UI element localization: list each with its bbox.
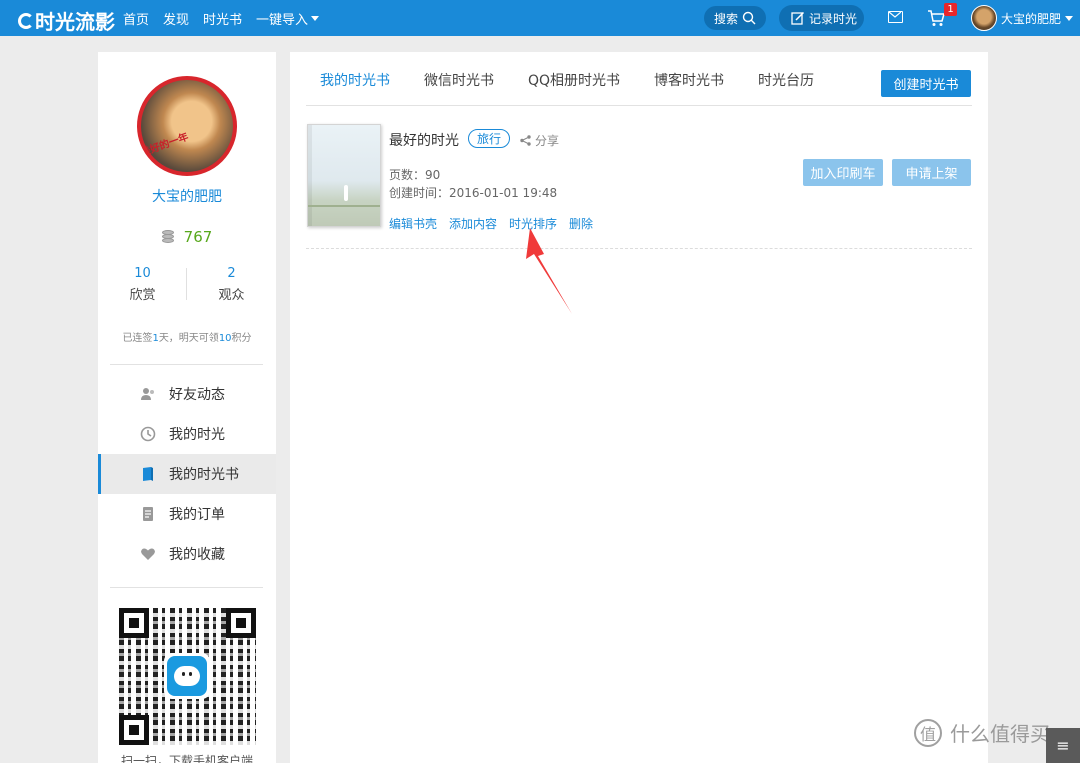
sidebar-item-label: 好友动态	[169, 387, 225, 403]
nav-discover[interactable]: 发现	[163, 9, 189, 28]
search-icon	[742, 11, 756, 25]
record-label: 记录时光	[809, 11, 858, 26]
edit-cover-link[interactable]: 编辑书壳	[389, 215, 437, 232]
add-content-link[interactable]: 添加内容	[449, 215, 497, 232]
tab-qq-album-timebooks[interactable]: QQ相册时光书	[528, 68, 620, 90]
coin-balance: 767	[98, 228, 276, 246]
heart-icon	[140, 546, 156, 562]
qr-finder	[119, 715, 149, 745]
profile-sidebar: 美好的一年 大宝的肥肥 767 10 欣赏 2 观众 已连签1天，明天可领10积分 …	[98, 52, 276, 763]
create-timebook-button[interactable]: 创建时光书	[881, 70, 971, 97]
sidebar-item-friends[interactable]: 好友动态	[98, 374, 276, 414]
stat-audience[interactable]: 2 观众	[187, 266, 276, 303]
main-nav: 首页 发现 时光书 一键导入	[123, 0, 333, 36]
timebook-panel: 我的时光书 微信时光书 QQ相册时光书 博客时光书 时光台历 创建时光书 最好的…	[290, 52, 988, 763]
user-menu[interactable]: 大宝的肥肥	[1001, 0, 1074, 36]
sidebar-menu: 好友动态 我的时光 我的时光书 我的订单 我的收藏	[98, 374, 276, 574]
avatar-stamp: 美好的一年	[139, 131, 191, 160]
tab-blog-timebooks[interactable]: 博客时光书	[654, 68, 724, 90]
order-icon	[140, 506, 156, 522]
chevron-down-icon	[1065, 15, 1074, 21]
checkin-status: 已连签1天，明天可领10积分	[98, 329, 276, 344]
coins-icon	[161, 230, 178, 244]
stat-label: 欣赏	[129, 288, 156, 303]
logo-text: 时光流影	[35, 10, 115, 34]
timebook-tabs: 我的时光书 微信时光书 QQ相册时光书 博客时光书 时光台历	[306, 52, 972, 106]
stat-value: 2	[227, 266, 236, 281]
sidebar-item-label: 我的时光书	[169, 467, 239, 483]
delete-link[interactable]: 删除	[569, 215, 593, 232]
app-download-qr-code	[119, 608, 256, 745]
annotation-arrow	[526, 228, 572, 314]
watermark: 值 什么值得买	[914, 718, 1050, 747]
mail-icon[interactable]	[888, 11, 903, 23]
qr-finder	[119, 608, 149, 638]
profile-avatar[interactable]: 美好的一年	[137, 76, 237, 176]
search-label: 搜索	[714, 11, 739, 26]
book-icon	[140, 466, 156, 482]
friends-icon	[140, 386, 156, 402]
cart-icon[interactable]	[927, 9, 945, 27]
cover-figure	[344, 185, 348, 201]
divider	[110, 587, 263, 588]
book-pages: 页数：90	[389, 168, 441, 182]
share-button[interactable]: 分享	[520, 132, 559, 149]
qr-caption: 扫一扫，下载手机客户端	[120, 754, 253, 763]
sidebar-item-moments[interactable]: 我的时光	[98, 414, 276, 454]
nav-home[interactable]: 首页	[123, 9, 149, 28]
book-tag[interactable]: 旅行	[468, 129, 510, 148]
sidebar-item-favorites[interactable]: 我的收藏	[98, 534, 276, 574]
checkin-points: 10	[218, 333, 232, 344]
nav-timebook[interactable]: 时光书	[203, 9, 242, 28]
book-created-time: 创建时间：2016-01-01 19:48	[389, 186, 558, 200]
book-actions: 编辑书壳 添加内容 时光排序 删除	[389, 215, 605, 232]
nav-import[interactable]: 一键导入	[256, 9, 320, 28]
logo-mark	[18, 12, 34, 29]
share-label: 分享	[535, 134, 560, 148]
sidebar-item-label: 我的订单	[169, 507, 225, 523]
book-title[interactable]: 最好的时光	[389, 130, 459, 150]
checkin-post: 积分	[231, 333, 252, 344]
apply-listing-button[interactable]: 申请上架	[892, 159, 971, 186]
checkin-mid: 天，明天可领	[158, 333, 219, 344]
app-mascot-icon	[164, 653, 210, 699]
qr-finder	[226, 608, 256, 638]
stat-label: 观众	[218, 288, 245, 303]
divider	[306, 248, 972, 249]
site-logo[interactable]: 时光流影	[18, 6, 115, 35]
book-cover[interactable]	[307, 124, 381, 227]
profile-name[interactable]: 大宝的肥肥	[98, 186, 276, 206]
top-navbar: 时光流影 首页 发现 时光书 一键导入 搜索 记录时光 1 大宝的肥肥	[0, 0, 1080, 36]
record-moment-button[interactable]: 记录时光	[779, 5, 864, 31]
stat-value: 10	[134, 266, 151, 281]
sidebar-item-timebooks[interactable]: 我的时光书	[98, 454, 276, 494]
cover-ground	[308, 205, 380, 207]
edit-icon	[791, 11, 805, 25]
coin-count: 767	[183, 228, 213, 246]
corner-mark: ≡	[1046, 728, 1080, 763]
search-button[interactable]: 搜索	[704, 6, 766, 30]
avatar[interactable]	[971, 5, 997, 31]
sidebar-item-label: 我的收藏	[169, 547, 225, 563]
share-icon	[520, 135, 531, 146]
checkin-pre: 已连签	[122, 333, 153, 344]
divider	[186, 268, 187, 300]
add-to-print-cart-button[interactable]: 加入印刷车	[803, 159, 883, 186]
tab-calendar[interactable]: 时光台历	[758, 68, 814, 90]
watermark-logo: 值	[914, 718, 942, 747]
divider	[110, 364, 263, 365]
tab-my-timebooks[interactable]: 我的时光书	[320, 68, 390, 90]
nav-import-label: 一键导入	[256, 12, 309, 28]
sidebar-item-label: 我的时光	[169, 427, 225, 443]
cart-badge: 1	[944, 3, 957, 16]
clock-icon	[140, 426, 156, 442]
stat-appreciate[interactable]: 10 欣赏	[98, 266, 187, 303]
follow-stats: 10 欣赏 2 观众	[98, 266, 276, 303]
sidebar-item-orders[interactable]: 我的订单	[98, 494, 276, 534]
chevron-down-icon	[311, 15, 320, 21]
user-name: 大宝的肥肥	[1001, 11, 1062, 26]
tab-wechat-timebooks[interactable]: 微信时光书	[424, 68, 494, 90]
watermark-text: 什么值得买	[950, 722, 1050, 746]
